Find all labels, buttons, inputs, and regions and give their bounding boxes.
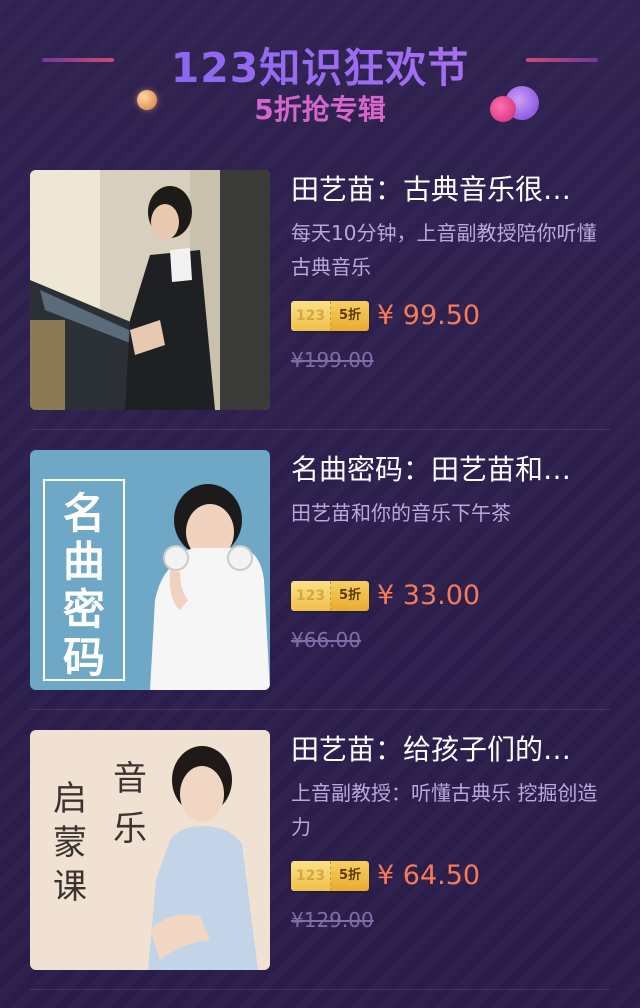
badge-event-label: 123	[291, 860, 331, 891]
discount-badge: 123 5折	[291, 860, 369, 891]
cover-text-4: 音	[113, 759, 147, 799]
product-list: 田艺苗：古典音乐很… 每天10分钟，上音副教授陪你听懂古典音乐 123 5折 ¥…	[0, 150, 640, 990]
product-title[interactable]: 田艺苗：给孩子们的…	[291, 730, 613, 770]
product-card[interactable]: 名 曲 密 码 名曲密码：田艺苗和… 田艺苗和你的音乐下午茶 123 5折 ¥ …	[0, 430, 640, 710]
product-info: 田艺苗：给孩子们的… 上音副教授：听懂古典乐 挖掘创造力 123 5折 ¥ 64…	[291, 730, 613, 932]
cover-text-5: 乐	[113, 809, 147, 849]
product-info: 田艺苗：古典音乐很… 每天10分钟，上音副教授陪你听懂古典音乐 123 5折 ¥…	[291, 170, 613, 372]
product-cover-image: 启 蒙 课 音 乐	[30, 730, 270, 970]
badge-discount-label: 5折	[331, 860, 369, 891]
product-info: 名曲密码：田艺苗和… 田艺苗和你的音乐下午茶 123 5折 ¥ 33.00 ¥6…	[291, 450, 613, 652]
promo-subtitle: 5折抢专辑	[0, 88, 640, 128]
product-card[interactable]: 田艺苗：古典音乐很… 每天10分钟，上音副教授陪你听懂古典音乐 123 5折 ¥…	[0, 150, 640, 430]
sale-price: ¥ 33.00	[377, 580, 481, 611]
cover-text-1: 名	[63, 489, 105, 538]
badge-discount-label: 5折	[331, 580, 369, 611]
badge-discount-label: 5折	[331, 300, 369, 331]
cover-text-2: 蒙	[53, 823, 87, 863]
cover-text-3: 密	[63, 585, 105, 634]
product-card[interactable]: 启 蒙 课 音 乐 田艺苗：给孩子们的… 上音副教授：听懂古典乐 挖掘创造力 1…	[0, 710, 640, 990]
sale-price: ¥ 99.50	[377, 300, 481, 331]
badge-event-label: 123	[291, 580, 331, 611]
page: 123知识狂欢节 5折抢专辑 田艺苗：古典音乐很… 每天10分钟，上音副教授陪你…	[0, 0, 640, 1008]
product-title[interactable]: 名曲密码：田艺苗和…	[291, 450, 613, 490]
discount-badge: 123 5折	[291, 580, 369, 611]
badge-event-label: 123	[291, 300, 331, 331]
cover-text-4: 码	[63, 633, 105, 682]
decor-orb-gold	[137, 90, 157, 110]
cover-text-3: 课	[53, 867, 87, 907]
product-title[interactable]: 田艺苗：古典音乐很…	[291, 170, 613, 210]
decor-orb-pink	[490, 96, 516, 122]
price-row: 123 5折 ¥ 64.50	[291, 860, 480, 891]
product-description: 每天10分钟，上音副教授陪你听懂古典音乐	[291, 221, 597, 279]
divider	[30, 989, 610, 990]
cover-text-2: 曲	[63, 537, 105, 586]
sale-price: ¥ 64.50	[377, 860, 481, 891]
original-price: ¥129.00	[291, 908, 374, 932]
original-price: ¥66.00	[291, 628, 361, 652]
price-row: 123 5折 ¥ 99.50	[291, 300, 480, 331]
product-description: 田艺苗和你的音乐下午茶	[291, 501, 511, 525]
product-description: 上音副教授：听懂古典乐 挖掘创造力	[291, 781, 598, 839]
price-row: 123 5折 ¥ 33.00	[291, 580, 480, 611]
product-cover-image: 名 曲 密 码	[30, 450, 270, 690]
promo-header: 123知识狂欢节 5折抢专辑	[0, 0, 640, 150]
cover-text-1: 启	[53, 779, 87, 819]
product-cover-image	[30, 170, 270, 410]
original-price: ¥199.00	[291, 348, 374, 372]
discount-badge: 123 5折	[291, 300, 369, 331]
promo-title: 123知识狂欢节	[0, 34, 640, 94]
